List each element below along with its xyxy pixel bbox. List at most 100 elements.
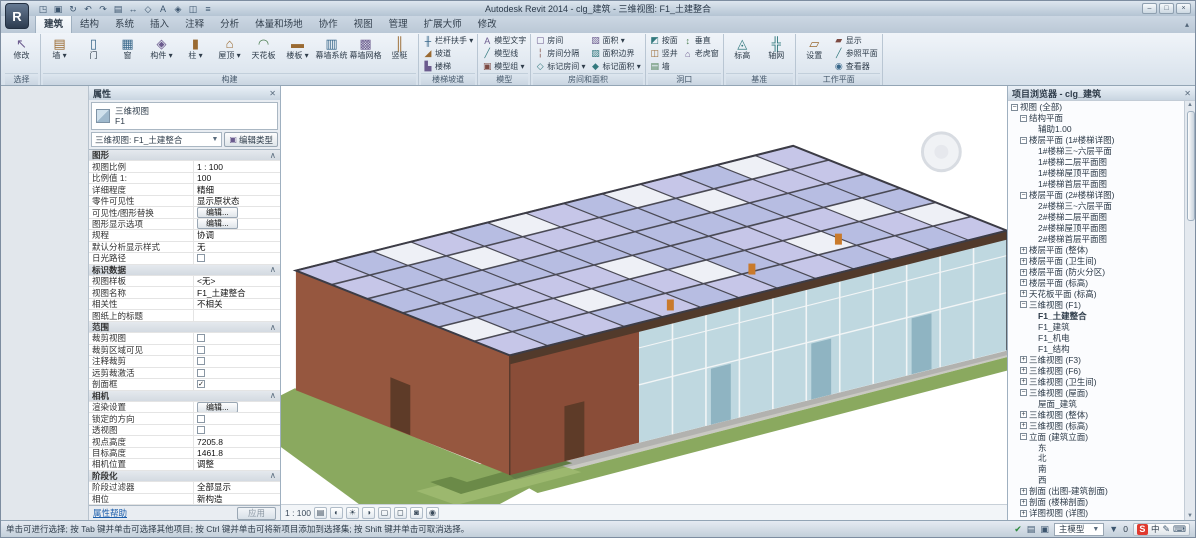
property-value[interactable] (193, 253, 280, 263)
ribbon-button-查看器[interactable]: ◉查看器 (832, 60, 880, 73)
ribbon-tab-注释[interactable]: 注释 (177, 14, 212, 33)
ribbon-button-设置[interactable]: ▱设置 (798, 34, 831, 60)
checkbox-unchecked[interactable] (197, 426, 205, 434)
browser-item-立面 (建筑立面)[interactable]: −立面 (建筑立面) (1008, 431, 1183, 442)
keyboard-icon[interactable]: ⌨ (1173, 524, 1186, 535)
ribbon-tab-视图[interactable]: 视图 (346, 14, 381, 33)
temporary-hide-icon[interactable]: ◙ (410, 507, 423, 519)
property-value[interactable]: 1 : 100 (193, 161, 280, 171)
instance-selector[interactable]: 三维视图: F1_土建整合 ▼ (91, 132, 222, 147)
expand-icon[interactable]: + (1020, 290, 1027, 297)
browser-item-F1_土建整合[interactable]: F1_土建整合 (1008, 310, 1183, 321)
ribbon-button-栏杆扶手[interactable]: ╫栏杆扶手 ▾ (421, 34, 475, 47)
ribbon-button-标记面积[interactable]: ◆标记面积 ▾ (589, 60, 643, 73)
building-model[interactable] (296, 146, 1007, 475)
ribbon-button-构件[interactable]: ◈构件 ▾ (145, 34, 178, 60)
collapse-icon[interactable]: − (1011, 104, 1018, 111)
ribbon-button-垂直[interactable]: ↕垂直 (681, 34, 721, 47)
scrollbar-thumb[interactable] (1187, 111, 1195, 221)
collapse-icon[interactable]: ∧ (270, 264, 280, 275)
browser-item-楼层平面 (卫生间)[interactable]: +楼层平面 (卫生间) (1008, 256, 1183, 267)
scroll-up-icon[interactable]: ▲ (1187, 102, 1193, 108)
property-value[interactable] (193, 425, 280, 435)
browser-item-剖面 (楼梯剖面)[interactable]: +剖面 (楼梯剖面) (1008, 497, 1183, 508)
property-value[interactable]: 显示原状态 (193, 196, 280, 206)
property-value[interactable]: 不相关 (193, 299, 280, 309)
browser-item-三维视图 (屋面)[interactable]: −三维视图 (屋面) (1008, 387, 1183, 398)
browser-item-详图视图 (详图)[interactable]: +详图视图 (详图) (1008, 508, 1183, 519)
ribbon-button-参照平面[interactable]: ╱参照平面 (832, 47, 880, 60)
shadows-icon[interactable]: ◑ (362, 507, 375, 519)
property-value[interactable] (193, 345, 280, 355)
application-menu-button[interactable]: R (5, 3, 29, 29)
property-value[interactable]: 1461.8 (193, 448, 280, 458)
ribbon-button-楼板[interactable]: ▬楼板 ▾ (281, 34, 314, 60)
ribbon-tab-系统[interactable]: 系统 (107, 14, 142, 33)
property-value[interactable]: 编辑... (193, 219, 280, 229)
expand-icon[interactable]: + (1020, 378, 1027, 385)
ribbon-button-标记房间[interactable]: ◇标记房间 ▾ (533, 60, 587, 73)
ribbon-button-墙[interactable]: ▤墙 ▾ (43, 34, 76, 60)
ribbon-button-天花板[interactable]: ◠天花板 (247, 34, 280, 60)
property-value[interactable] (193, 413, 280, 423)
active-workset-icon[interactable]: ▤ (1027, 524, 1036, 535)
browser-item-F1_机电[interactable]: F1_机电 (1008, 332, 1183, 343)
ribbon-tab-修改[interactable]: 修改 (470, 14, 505, 33)
minimize-ribbon-icon[interactable]: ▴ (1185, 20, 1189, 29)
property-value[interactable]: ✓ (193, 379, 280, 389)
expand-icon[interactable]: + (1020, 279, 1027, 286)
expand-icon[interactable]: + (1020, 356, 1027, 363)
collapse-icon[interactable]: ∧ (270, 150, 280, 161)
property-value[interactable]: 协调 (193, 230, 280, 240)
browser-item-2#楼梯屋顶平面图[interactable]: 2#楼梯屋顶平面图 (1008, 223, 1183, 234)
browser-item-西[interactable]: 西 (1008, 475, 1183, 486)
ime-logo-icon[interactable]: S (1137, 524, 1148, 535)
property-value[interactable] (193, 333, 280, 343)
checkbox-unchecked[interactable] (197, 254, 205, 262)
browser-item-三维视图 (标高)[interactable]: +三维视图 (标高) (1008, 420, 1183, 431)
browser-item-屋面_建筑[interactable]: 屋面_建筑 (1008, 398, 1183, 409)
close-icon[interactable]: × (1176, 3, 1191, 14)
expand-icon[interactable]: + (1020, 247, 1027, 254)
front-brick-door[interactable] (564, 401, 584, 461)
pen-icon[interactable]: ✎ (1162, 524, 1170, 535)
section-icon[interactable]: ◫ (187, 3, 199, 15)
ribbon-button-窗[interactable]: ▦窗 (111, 34, 144, 60)
ribbon-button-修改[interactable]: ↖修改 (5, 34, 38, 60)
expand-icon[interactable]: + (1020, 411, 1027, 418)
collapse-icon[interactable]: − (1020, 389, 1027, 396)
3d-view-canvas[interactable] (281, 86, 1007, 504)
edit-button[interactable]: 编辑... (197, 402, 238, 412)
collapse-icon[interactable]: − (1020, 137, 1027, 144)
filter-icon[interactable]: ▼ (1109, 524, 1118, 534)
browser-item-F1_建筑[interactable]: F1_建筑 (1008, 321, 1183, 332)
properties-panel-header[interactable]: 属性 ✕ (89, 86, 280, 100)
property-value[interactable]: F1_土建整合 (193, 287, 280, 297)
browser-item-2#楼梯三~六层平面[interactable]: 2#楼梯三~六层平面 (1008, 201, 1183, 212)
browser-item-视图 (全部)[interactable]: −视图 (全部) (1008, 102, 1183, 113)
browser-item-楼层平面 (2#楼梯详图)[interactable]: −楼层平面 (2#楼梯详图) (1008, 190, 1183, 201)
browser-item-剖面 (出图-建筑剖面)[interactable]: +剖面 (出图-建筑剖面) (1008, 486, 1183, 497)
close-icon[interactable]: ✕ (1184, 89, 1191, 98)
browser-item-楼层平面 (防火分区)[interactable]: +楼层平面 (防火分区) (1008, 267, 1183, 278)
ribbon-button-老虎窗[interactable]: ⌂老虎窗 (681, 47, 721, 60)
ribbon-button-房间分隔[interactable]: ╎房间分隔 (533, 47, 587, 60)
browser-item-三维视图 (卫生间)[interactable]: +三维视图 (卫生间) (1008, 376, 1183, 387)
redo-icon[interactable]: ↷ (97, 3, 109, 15)
ribbon-button-房间[interactable]: ▢房间 (533, 34, 587, 47)
browser-item-三维视图 (整体)[interactable]: +三维视图 (整体) (1008, 409, 1183, 420)
browser-item-东[interactable]: 东 (1008, 442, 1183, 453)
tag-icon[interactable]: ◇ (142, 3, 154, 15)
property-value[interactable]: 编辑... (193, 207, 280, 217)
property-value[interactable] (193, 310, 280, 320)
measure-icon[interactable]: ↔ (127, 3, 139, 15)
ribbon-button-按面[interactable]: ◩按面 (648, 34, 680, 47)
visual-style-icon[interactable]: ◐ (330, 507, 343, 519)
property-value[interactable] (193, 368, 280, 378)
checkbox-unchecked[interactable] (197, 415, 205, 423)
scale-control[interactable]: 1 : 100 (285, 508, 311, 518)
ribbon-tab-扩展大师[interactable]: 扩展大师 (416, 14, 470, 33)
ribbon-button-竖井[interactable]: ◫竖井 (648, 47, 680, 60)
browser-item-天花板平面 (标高)[interactable]: +天花板平面 (标高) (1008, 288, 1183, 299)
collapse-icon[interactable]: − (1020, 433, 1027, 440)
